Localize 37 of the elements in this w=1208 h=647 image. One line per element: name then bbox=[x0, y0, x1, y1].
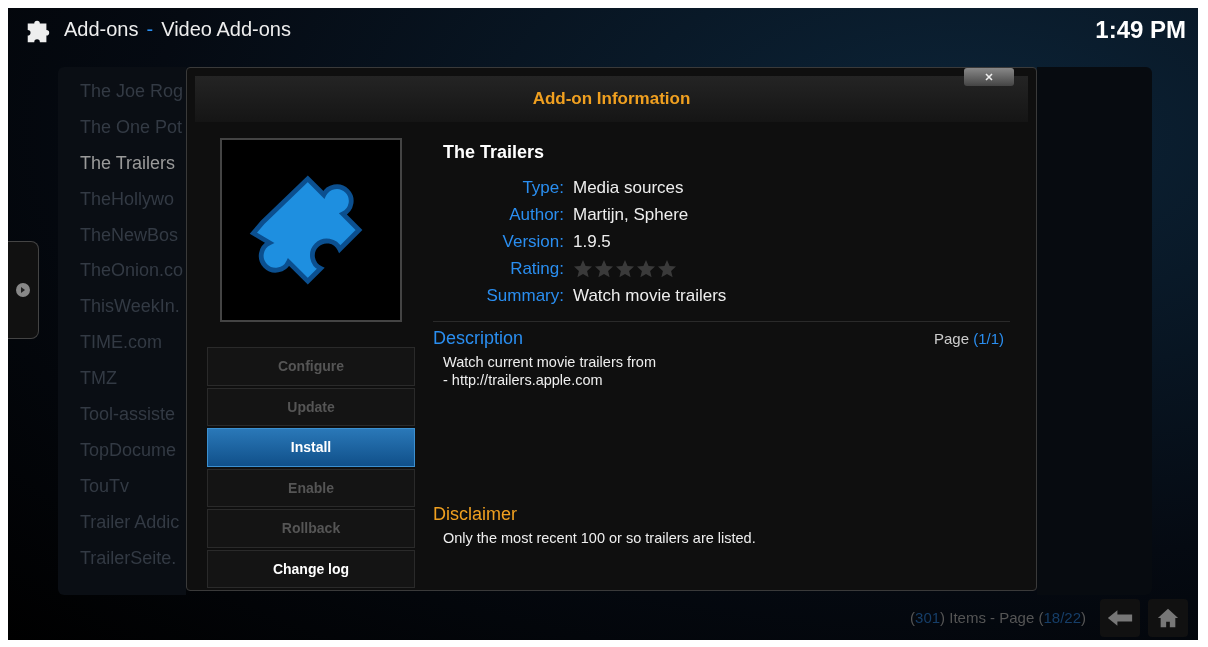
field-label: Rating: bbox=[509, 258, 564, 279]
circle-icon bbox=[15, 282, 31, 298]
description-text: Watch current movie trailers from bbox=[443, 353, 657, 371]
item-count: (301) Items - Page (18/22) bbox=[910, 609, 1086, 626]
side-menu-tab[interactable] bbox=[8, 241, 39, 339]
star-icon bbox=[594, 258, 614, 279]
field-value: Martijn, Sphere bbox=[573, 204, 690, 225]
home-button[interactable] bbox=[1148, 598, 1188, 637]
description-heading: Description bbox=[433, 328, 524, 349]
title-separator: - bbox=[146, 18, 154, 41]
back-button[interactable] bbox=[1100, 598, 1140, 637]
action-button[interactable]: Install bbox=[207, 428, 415, 467]
close-button[interactable] bbox=[964, 68, 1014, 86]
addon-name: The Trailers bbox=[443, 142, 546, 163]
field-value: 1.9.5 bbox=[573, 231, 612, 252]
dialog-title: Add-on Information bbox=[532, 89, 691, 109]
page-indicator: Page (1/1) bbox=[933, 330, 1004, 347]
clock: 1:49 PM bbox=[1095, 15, 1186, 44]
star-icon bbox=[615, 258, 635, 279]
action-button[interactable]: Change log bbox=[207, 549, 415, 588]
description-text: - http://trailers.apple.com bbox=[443, 371, 604, 389]
close-icon bbox=[984, 72, 994, 82]
disclaimer-heading: Disclaimer bbox=[433, 504, 518, 525]
field-value: Watch movie trailers bbox=[573, 285, 728, 306]
list-item[interactable]: The Trailers bbox=[80, 144, 186, 181]
star-icon bbox=[636, 258, 656, 279]
field-label: Author: bbox=[508, 204, 564, 225]
field-value: Media sources bbox=[573, 177, 685, 198]
field-label: Version: bbox=[501, 231, 564, 252]
field-label: Summary: bbox=[485, 285, 564, 306]
star-icon bbox=[573, 258, 593, 279]
field-label: Type: bbox=[521, 177, 564, 198]
disclaimer-text: Only the most recent 100 or so trailers are listed. bbox=[443, 529, 757, 547]
page-title: Video Add-ons bbox=[161, 18, 291, 41]
home-icon bbox=[1155, 606, 1181, 629]
section-title: Add-ons bbox=[64, 18, 139, 41]
star-icon bbox=[657, 258, 677, 279]
